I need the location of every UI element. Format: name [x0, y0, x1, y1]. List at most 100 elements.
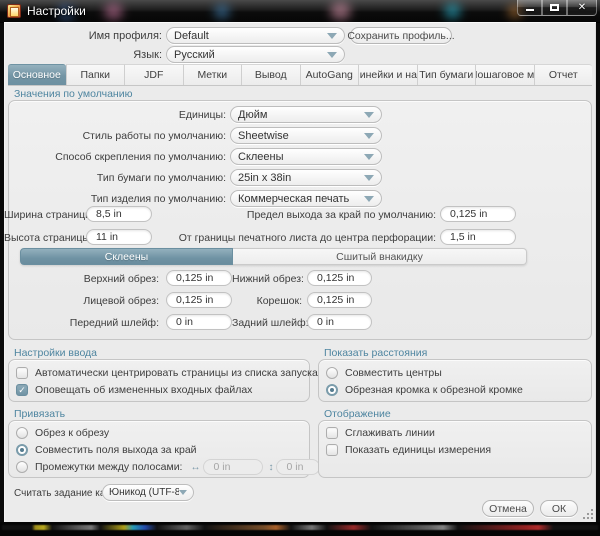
- radio-dot: [20, 448, 24, 452]
- vertical-gap-field: 0 in: [276, 459, 320, 475]
- language-label: Язык:: [4, 49, 162, 61]
- units-row: Единицы: Дюйм: [4, 106, 596, 123]
- bleed-limit-field[interactable]: 0,125 in: [440, 206, 516, 222]
- notify-changed-checkbox-row[interactable]: ✓ Оповещать об измененных входных файлах: [16, 383, 252, 397]
- tab-rulers[interactable]: Линейки и нап: [358, 64, 417, 85]
- binding-segment-control: Склеены Сшитый внакидку: [20, 248, 527, 265]
- back-lap-field[interactable]: 0 in: [307, 314, 372, 330]
- face-trim-field[interactable]: 0,125 in: [166, 292, 232, 308]
- minimize-button[interactable]: [517, 0, 542, 16]
- segment-saddle-stitched[interactable]: Сшитый внакидку: [233, 248, 527, 265]
- window-bottom-frame: [0, 522, 600, 536]
- close-button[interactable]: ✕: [567, 0, 597, 16]
- page-height-label: Высота страницы:: [4, 232, 82, 244]
- maximize-button[interactable]: [542, 0, 567, 16]
- front-lap-field[interactable]: 0 in: [166, 314, 232, 330]
- title-bar[interactable]: Настройки ✕: [0, 0, 600, 23]
- auto-center-checkbox-row[interactable]: Автоматически центрировать страницы из с…: [16, 366, 318, 380]
- units-label: Единицы:: [4, 109, 226, 121]
- bottom-trim-field[interactable]: 0,125 in: [307, 270, 372, 286]
- gaps-radio[interactable]: [16, 461, 28, 473]
- auto-center-checkbox[interactable]: [16, 367, 28, 379]
- binding-method-value: Склеены: [238, 151, 284, 163]
- settings-dialog: Имя профиля: Default Сохранить профиль..…: [4, 22, 596, 522]
- align-bleed-radio-row[interactable]: Совместить поля выхода за край: [16, 443, 197, 457]
- paper-type-row: Тип бумаги по умолчанию: 25in x 38in: [4, 169, 596, 186]
- tab-report[interactable]: Отчет: [534, 64, 593, 85]
- align-bleed-radio[interactable]: [16, 444, 28, 456]
- tab-paper-type[interactable]: Тип бумаги: [417, 64, 476, 85]
- units-dropdown[interactable]: Дюйм: [230, 106, 382, 123]
- distances-title: Показать расстояния: [324, 347, 427, 359]
- bleed-limit-label: Предел выхода за край по умолчанию:: [154, 209, 436, 221]
- smooth-lines-checkbox-row[interactable]: Сглаживать линии: [326, 426, 435, 440]
- save-profile-label: Сохранить профиль...: [347, 30, 454, 42]
- app-icon-page: [10, 7, 19, 17]
- dropdown-arrow-icon: [364, 112, 374, 118]
- taskbar-sliver: [2, 525, 598, 530]
- face-trim-label: Лицевой обрез:: [4, 295, 159, 307]
- trim-to-trim-snap-label: Обрез к обрезу: [35, 427, 109, 439]
- encoding-dropdown[interactable]: Юникод (UTF-8): [102, 484, 194, 501]
- defaults-group-title: Значения по умолчанию: [14, 88, 132, 100]
- binding-method-dropdown[interactable]: Склеены: [230, 148, 382, 165]
- cancel-button[interactable]: Отмена: [482, 500, 534, 517]
- spine-value: 0,125 in: [317, 294, 354, 306]
- trim-to-trim-snap-radio-row[interactable]: Обрез к обрезу: [16, 426, 109, 440]
- app-icon[interactable]: [7, 4, 21, 18]
- units-value: Дюйм: [238, 109, 267, 121]
- align-centers-radio-row[interactable]: Совместить центры: [326, 366, 442, 380]
- product-type-label: Тип изделия по умолчанию:: [4, 193, 226, 205]
- show-units-checkbox[interactable]: [326, 444, 338, 456]
- gaps-label: Промежутки между полосами:: [35, 461, 182, 473]
- align-bleed-label: Совместить поля выхода за край: [35, 444, 197, 456]
- work-style-dropdown[interactable]: Sheetwise: [230, 127, 382, 144]
- tab-output[interactable]: Вывод: [241, 64, 300, 85]
- paper-type-dropdown[interactable]: 25in x 38in: [230, 169, 382, 186]
- tab-folders[interactable]: Папки: [66, 64, 125, 85]
- trim-to-trim-label: Обрезная кромка к обрезной кромке: [345, 384, 523, 396]
- profile-name-value: Default: [174, 30, 209, 42]
- tab-autogang[interactable]: AutoGang: [300, 64, 359, 85]
- page-height-field[interactable]: 11 in: [86, 229, 152, 245]
- ok-button[interactable]: ОК: [540, 500, 578, 517]
- align-centers-radio[interactable]: [326, 367, 338, 379]
- top-trim-field[interactable]: 0,125 in: [166, 270, 232, 286]
- display-title: Отображение: [324, 408, 391, 420]
- notify-changed-label: Оповещать об измененных входных файлах: [35, 384, 252, 396]
- language-value: Русский: [174, 49, 215, 61]
- trim-to-trim-snap-radio[interactable]: [16, 427, 28, 439]
- vertical-gap-icon: ↕: [268, 462, 273, 473]
- resize-grip[interactable]: [583, 509, 593, 519]
- horizontal-gap-value: 0 in: [213, 461, 230, 473]
- tab-jdf[interactable]: JDF: [124, 64, 183, 85]
- segment-glued[interactable]: Склеены: [20, 248, 233, 265]
- tab-step[interactable]: Пошаговое му: [475, 64, 534, 85]
- language-dropdown[interactable]: Русский: [166, 46, 345, 63]
- perforation-label: От границы печатного листа до центра пер…: [154, 232, 436, 244]
- maximize-icon: [550, 4, 559, 11]
- save-profile-button[interactable]: Сохранить профиль...: [350, 27, 452, 44]
- dropdown-arrow-icon: [364, 196, 374, 202]
- page-width-field[interactable]: 8,5 in: [86, 206, 152, 222]
- trim-to-trim-radio-row[interactable]: Обрезная кромка к обрезной кромке: [326, 383, 523, 397]
- trim-to-trim-radio[interactable]: [326, 384, 338, 396]
- smooth-lines-checkbox[interactable]: [326, 427, 338, 439]
- product-type-row: Тип изделия по умолчанию: Коммерческая п…: [4, 190, 596, 207]
- spine-field[interactable]: 0,125 in: [307, 292, 372, 308]
- perforation-field[interactable]: 1,5 in: [440, 229, 516, 245]
- profile-name-dropdown[interactable]: Default: [166, 27, 345, 44]
- snap-title: Привязать: [14, 408, 65, 420]
- tab-marks[interactable]: Метки: [183, 64, 242, 85]
- dropdown-arrow-icon: [364, 154, 374, 160]
- product-type-dropdown[interactable]: Коммерческая печать: [230, 190, 382, 207]
- top-trim-label: Верхний обрез:: [4, 273, 159, 285]
- top-trim-value: 0,125 in: [176, 272, 213, 284]
- page-width-value: 8,5 in: [96, 208, 122, 220]
- dropdown-arrow-icon: [364, 133, 374, 139]
- gaps-radio-row[interactable]: Промежутки между полосами: ↔ 0 in ↕ 0 in: [16, 460, 320, 474]
- show-units-checkbox-row[interactable]: Показать единицы измерения: [326, 443, 491, 457]
- notify-changed-checkbox[interactable]: ✓: [16, 384, 28, 396]
- dropdown-arrow-icon: [327, 33, 337, 39]
- tab-main[interactable]: Основное: [8, 64, 66, 85]
